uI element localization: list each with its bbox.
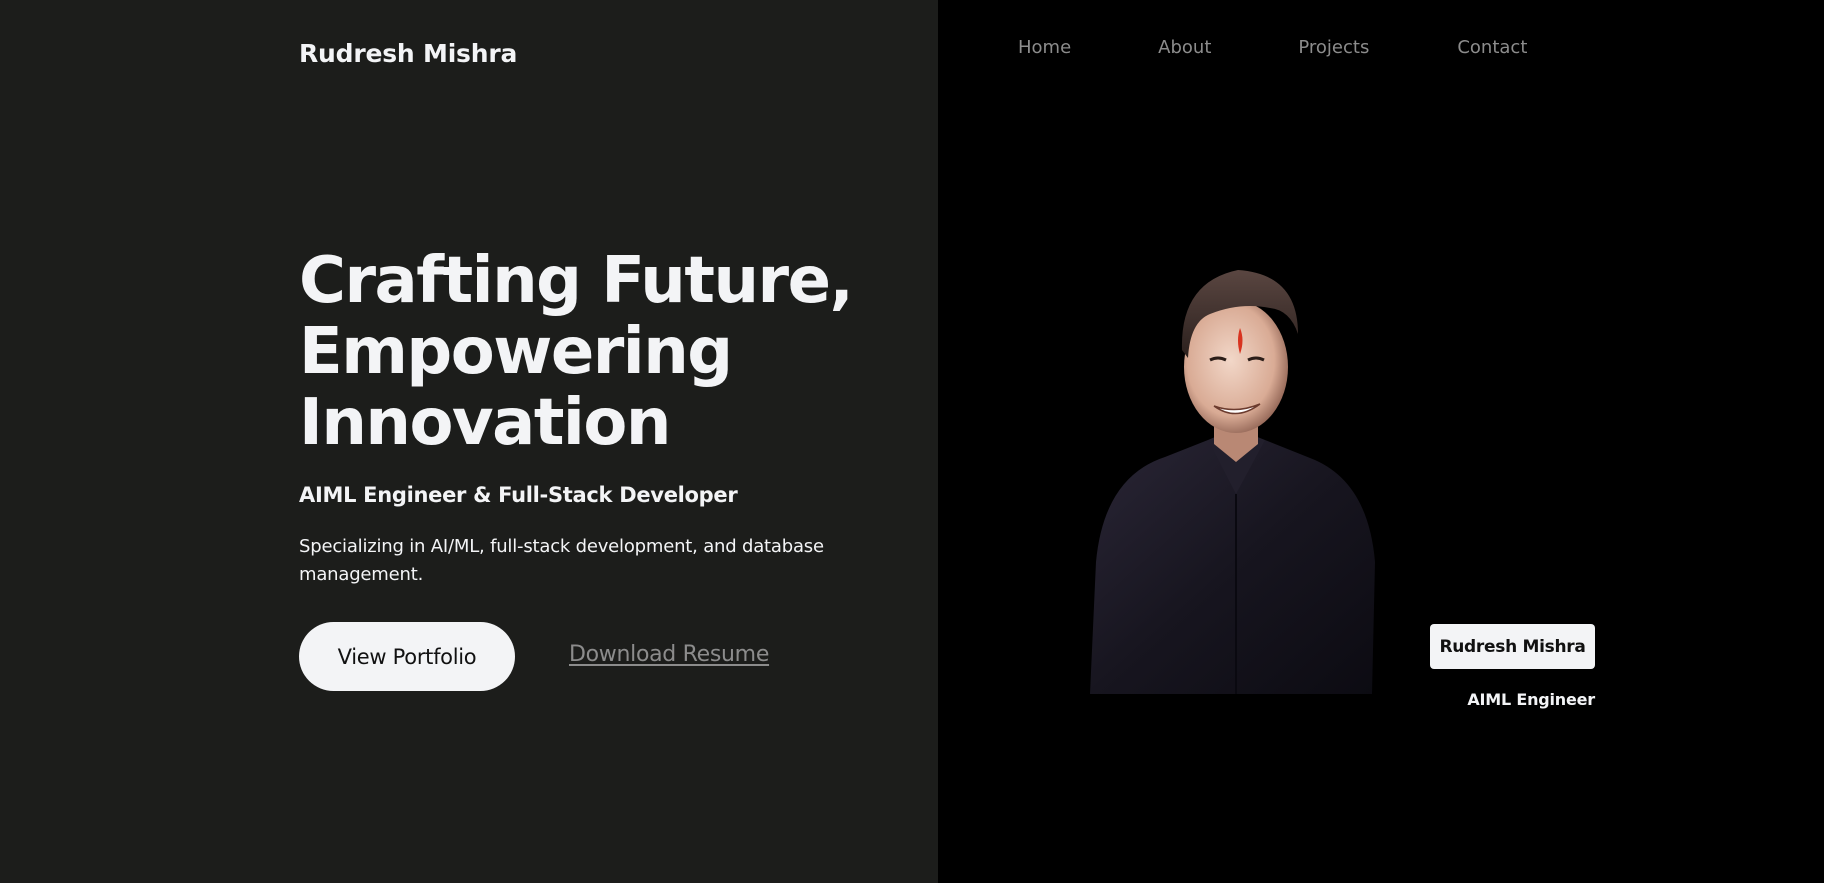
site-logo[interactable]: Rudresh Mishra bbox=[299, 39, 517, 68]
main-nav: Home About Projects Contact bbox=[1018, 37, 1527, 58]
hero-headline-line: Crafting Future, bbox=[299, 244, 854, 318]
nav-home[interactable]: Home bbox=[1018, 37, 1071, 58]
hero-description: Specializing in AI/ML, full-stack develo… bbox=[299, 536, 824, 585]
hero-role: AIML Engineer & Full-Stack Developer bbox=[299, 483, 738, 507]
hero-headline: Crafting Future, Empowering Innovation bbox=[299, 246, 859, 459]
nav-contact[interactable]: Contact bbox=[1457, 37, 1527, 58]
view-portfolio-button[interactable]: View Portfolio bbox=[299, 622, 515, 691]
download-resume-link[interactable]: Download Resume bbox=[569, 642, 769, 667]
nav-projects[interactable]: Projects bbox=[1298, 37, 1369, 58]
nav-about[interactable]: About bbox=[1158, 37, 1211, 58]
profile-title: AIML Engineer bbox=[1467, 690, 1595, 709]
profile-photo bbox=[1090, 270, 1375, 694]
hero-headline-line: Innovation bbox=[299, 386, 671, 460]
profile-name-badge: Rudresh Mishra bbox=[1430, 624, 1595, 669]
hero-headline-line: Empowering bbox=[299, 315, 733, 389]
hero-right-panel bbox=[938, 0, 1824, 883]
